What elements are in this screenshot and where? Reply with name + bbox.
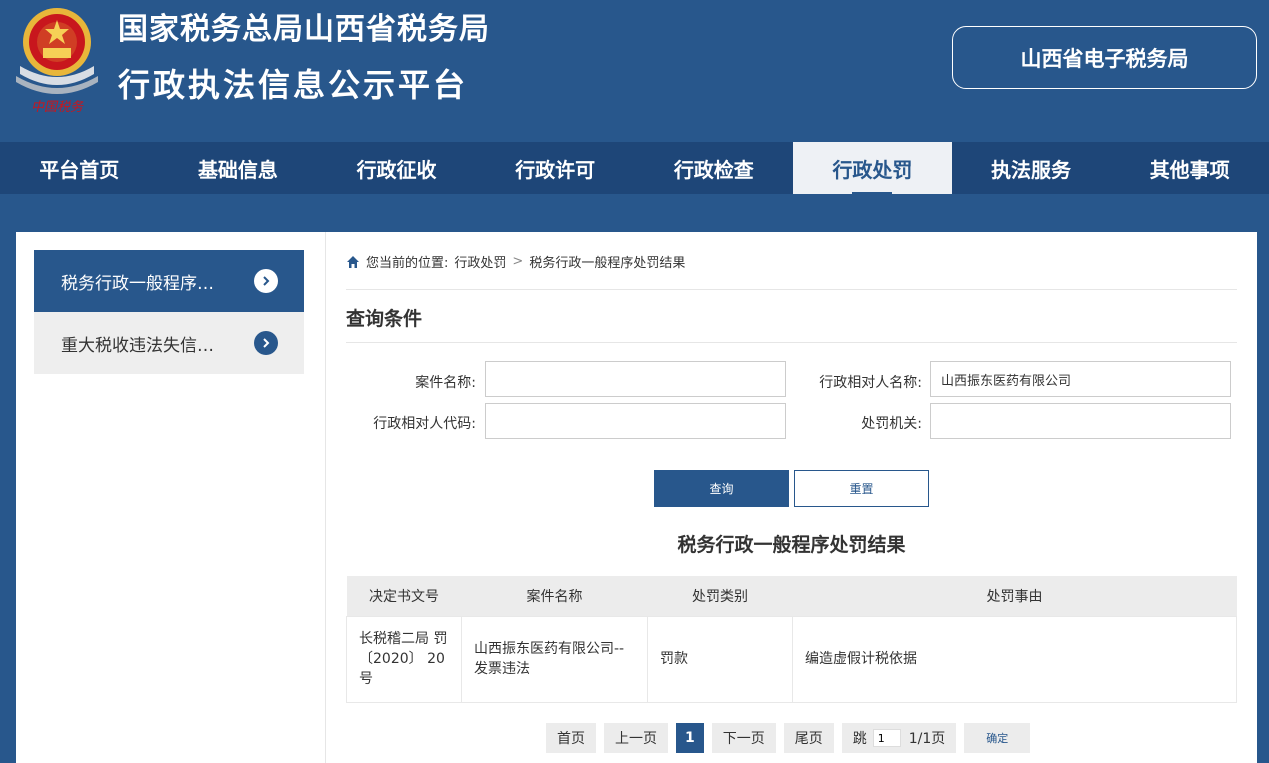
party-code-label: 行政相对人代码: [373, 416, 476, 432]
breadcrumb-separator: > [512, 254, 524, 269]
cell-category: 罚款 [647, 615, 793, 703]
sidebar-item-label: 税务行政一般程序… [61, 273, 214, 294]
chevron-right-icon [254, 269, 278, 293]
party-name-label: 行政相对人名称: [819, 375, 922, 391]
cell-doc-no: 长税稽二局 罚〔2020〕 20号 [346, 615, 462, 703]
case-name-input[interactable] [485, 361, 786, 397]
sidebar-item-label: 重大税收违法失信… [61, 335, 214, 356]
pagination: 首页 上一页 1 下一页 尾页 跳 1/1页 确定 [546, 723, 1031, 753]
content-panel: 税务行政一般程序… 重大税收违法失信… 您当前的位置: 行政处罚 > 税务行政一… [16, 232, 1257, 763]
table-header-row: 决定书文号 案件名称 处罚类别 处罚事由 [346, 576, 1237, 616]
nav-item-inspection[interactable]: 行政检查 [635, 142, 794, 194]
case-name-label: 案件名称: [415, 375, 476, 391]
sidebar: 税务行政一般程序… 重大税收违法失信… [34, 250, 304, 374]
authority-input[interactable] [930, 403, 1231, 439]
nav-item-basic-info[interactable]: 基础信息 [159, 142, 318, 194]
jump-confirm-button[interactable]: 确定 [964, 723, 1031, 753]
main-nav: 平台首页 基础信息 行政征收 行政许可 行政检查 行政处罚 执法服务 其他事项 [0, 142, 1269, 195]
cell-case-name[interactable]: 山西振东医药有限公司--发票违法 [461, 615, 648, 703]
results-table: 决定书文号 案件名称 处罚类别 处罚事由 长税稽二局 罚〔2020〕 20号 山… [346, 576, 1237, 703]
nav-item-enforcement-service[interactable]: 执法服务 [952, 142, 1111, 194]
breadcrumb-prefix: 您当前的位置: [366, 256, 449, 271]
col-case-name: 案件名称 [461, 576, 648, 616]
table-row[interactable]: 长税稽二局 罚〔2020〕 20号 山西振东医药有限公司--发票违法 罚款 编造… [346, 615, 1237, 703]
party-code-input[interactable] [485, 403, 786, 439]
cell-reason: 编造虚假计税依据 [792, 615, 1237, 703]
nav-item-other[interactable]: 其他事项 [1110, 142, 1269, 194]
col-reason: 处罚事由 [792, 576, 1237, 616]
sidebar-item-general-procedure[interactable]: 税务行政一般程序… [34, 250, 304, 312]
nav-item-penalty[interactable]: 行政处罚 [793, 142, 952, 195]
last-page-button[interactable]: 尾页 [783, 723, 834, 753]
party-name-input[interactable] [930, 361, 1231, 397]
results-title: 税务行政一般程序处罚结果 [677, 534, 906, 556]
query-divider [346, 342, 1237, 343]
page-jump-group: 跳 1/1页 [841, 723, 957, 753]
query-section-title: 查询条件 [346, 308, 423, 330]
col-category: 处罚类别 [647, 576, 793, 616]
tax-emblem-icon: 中国税务 [16, 8, 98, 114]
emblem-signature: 中国税务 [31, 100, 84, 114]
breadcrumb-divider [346, 289, 1237, 290]
platform-title: 行政执法信息公示平台 [118, 66, 469, 104]
next-page-button[interactable]: 下一页 [711, 723, 776, 753]
breadcrumb: 您当前的位置: 行政处罚 > 税务行政一般程序处罚结果 [346, 252, 685, 271]
jump-label: 跳 [852, 731, 867, 747]
site-header: 中国税务 国家税务总局山西省税务局 行政执法信息公示平台 山西省电子税务局 [0, 0, 1269, 142]
sidebar-item-major-violation[interactable]: 重大税收违法失信… [34, 312, 304, 374]
nav-item-home[interactable]: 平台首页 [0, 142, 159, 194]
breadcrumb-level2: 税务行政一般程序处罚结果 [529, 256, 686, 271]
reset-button[interactable]: 重置 [794, 470, 929, 507]
nav-item-licensing[interactable]: 行政许可 [476, 142, 635, 194]
current-page-button[interactable]: 1 [676, 723, 704, 753]
page-jump-input[interactable] [872, 729, 901, 747]
first-page-button[interactable]: 首页 [546, 723, 596, 753]
breadcrumb-level1[interactable]: 行政处罚 [454, 252, 506, 271]
nav-item-collection[interactable]: 行政征收 [317, 142, 476, 194]
search-button[interactable]: 查询 [654, 470, 789, 507]
vertical-divider [325, 232, 326, 763]
authority-label: 处罚机关: [861, 416, 922, 432]
chevron-right-icon [254, 331, 278, 355]
prev-page-button[interactable]: 上一页 [604, 723, 668, 753]
home-icon [347, 255, 359, 268]
e-tax-bureau-button[interactable]: 山西省电子税务局 [952, 26, 1257, 89]
org-title: 国家税务总局山西省税务局 [118, 12, 490, 47]
page-total: 1/1页 [908, 731, 946, 747]
col-doc-no: 决定书文号 [346, 576, 462, 616]
